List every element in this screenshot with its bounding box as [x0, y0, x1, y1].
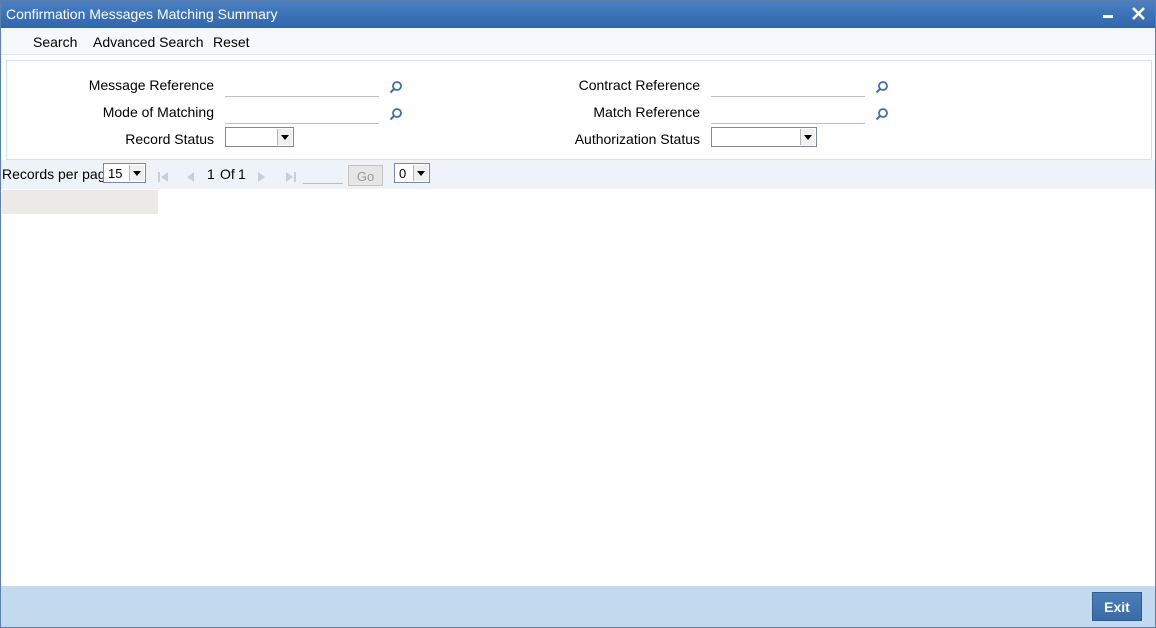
- last-page-icon[interactable]: [285, 170, 297, 186]
- mode-of-matching-input[interactable]: [225, 103, 379, 124]
- goto-page-input[interactable]: [303, 166, 343, 184]
- footer-bar: Exit: [1, 586, 1155, 627]
- chevron-down-icon: [277, 129, 292, 145]
- mode-of-matching-label: Mode of Matching: [102, 104, 214, 120]
- current-page-number: 1: [207, 166, 215, 182]
- previous-page-icon[interactable]: [185, 170, 195, 186]
- records-per-page-select[interactable]: 15: [103, 163, 146, 183]
- window-title: Confirmation Messages Matching Summary: [6, 6, 278, 22]
- chevron-down-icon: [800, 129, 815, 145]
- advanced-search-button[interactable]: Advanced Search: [93, 34, 204, 50]
- close-icon[interactable]: [1129, 4, 1149, 24]
- chevron-down-icon: [413, 165, 428, 181]
- next-page-icon[interactable]: [257, 170, 267, 186]
- match-reference-input[interactable]: [711, 103, 865, 124]
- extra-page-select-value: 0: [399, 166, 407, 181]
- pagination-bar: Records per page 15 1 Of 1 Go 0: [1, 160, 1155, 189]
- message-reference-label: Message Reference: [88, 77, 214, 93]
- records-per-page-value: 15: [108, 166, 123, 181]
- summary-window: Confirmation Messages Matching Summary S…: [0, 0, 1156, 628]
- search-icon[interactable]: [389, 80, 403, 94]
- minimize-icon[interactable]: [1099, 4, 1119, 24]
- total-pages-number: 1: [238, 166, 246, 182]
- authorization-status-select[interactable]: [711, 127, 817, 147]
- record-status-select[interactable]: [225, 127, 294, 147]
- records-per-page-label: Records per page: [2, 166, 114, 182]
- contract-reference-label: Contract Reference: [578, 77, 700, 93]
- first-page-icon[interactable]: [157, 170, 169, 186]
- search-button[interactable]: Search: [33, 34, 77, 50]
- chevron-down-icon: [129, 165, 144, 181]
- reset-button[interactable]: Reset: [213, 34, 250, 50]
- authorization-status-label: Authorization Status: [574, 131, 700, 147]
- go-button[interactable]: Go: [348, 165, 383, 186]
- message-reference-input[interactable]: [225, 76, 379, 97]
- results-grid-header: [2, 190, 158, 214]
- contract-reference-input[interactable]: [711, 76, 865, 97]
- exit-button[interactable]: Exit: [1092, 592, 1142, 621]
- page-of-label: Of: [220, 166, 235, 182]
- match-reference-label: Match Reference: [593, 104, 700, 120]
- search-criteria-panel: Message Reference Mode of Matching Recor…: [6, 60, 1152, 160]
- record-status-label: Record Status: [125, 131, 214, 147]
- title-bar: Confirmation Messages Matching Summary: [1, 1, 1155, 28]
- search-icon[interactable]: [875, 107, 889, 121]
- extra-page-select[interactable]: 0: [394, 163, 430, 183]
- search-icon[interactable]: [389, 107, 403, 121]
- toolbar: Search Advanced Search Reset: [1, 28, 1155, 55]
- search-icon[interactable]: [875, 80, 889, 94]
